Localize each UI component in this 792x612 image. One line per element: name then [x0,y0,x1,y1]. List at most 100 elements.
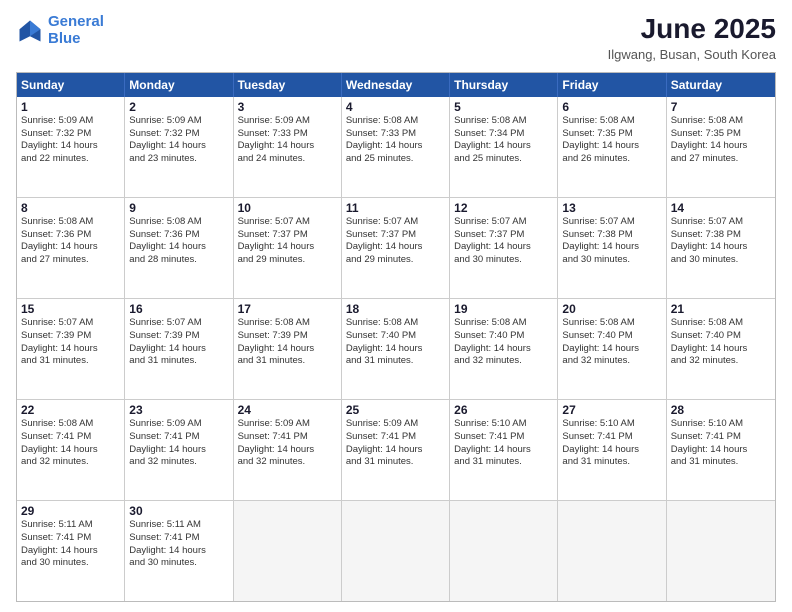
calendar-row-3: 15Sunrise: 5:07 AMSunset: 7:39 PMDayligh… [17,299,775,400]
day-number: 14 [671,201,771,215]
calendar-cell: 29Sunrise: 5:11 AMSunset: 7:41 PMDayligh… [17,501,125,601]
calendar-cell [558,501,666,601]
calendar-body: 1Sunrise: 5:09 AMSunset: 7:32 PMDaylight… [17,97,775,601]
calendar-cell: 28Sunrise: 5:10 AMSunset: 7:41 PMDayligh… [667,400,775,500]
day-number: 28 [671,403,771,417]
day-number: 2 [129,100,228,114]
day-info: Sunrise: 5:08 AMSunset: 7:41 PMDaylight:… [21,418,120,469]
day-number: 3 [238,100,337,114]
calendar-cell: 10Sunrise: 5:07 AMSunset: 7:37 PMDayligh… [234,198,342,298]
calendar-cell: 18Sunrise: 5:08 AMSunset: 7:40 PMDayligh… [342,299,450,399]
day-info: Sunrise: 5:07 AMSunset: 7:37 PMDaylight:… [346,216,445,267]
day-info: Sunrise: 5:08 AMSunset: 7:36 PMDaylight:… [129,216,228,267]
calendar-row-1: 1Sunrise: 5:09 AMSunset: 7:32 PMDaylight… [17,97,775,198]
day-number: 10 [238,201,337,215]
calendar-cell: 14Sunrise: 5:07 AMSunset: 7:38 PMDayligh… [667,198,775,298]
calendar-cell: 3Sunrise: 5:09 AMSunset: 7:33 PMDaylight… [234,97,342,197]
calendar-cell: 11Sunrise: 5:07 AMSunset: 7:37 PMDayligh… [342,198,450,298]
day-info: Sunrise: 5:07 AMSunset: 7:38 PMDaylight:… [562,216,661,267]
day-info: Sunrise: 5:10 AMSunset: 7:41 PMDaylight:… [562,418,661,469]
day-number: 19 [454,302,553,316]
calendar-cell: 20Sunrise: 5:08 AMSunset: 7:40 PMDayligh… [558,299,666,399]
day-number: 13 [562,201,661,215]
day-info: Sunrise: 5:07 AMSunset: 7:37 PMDaylight:… [454,216,553,267]
day-info: Sunrise: 5:11 AMSunset: 7:41 PMDaylight:… [129,519,228,570]
day-info: Sunrise: 5:09 AMSunset: 7:32 PMDaylight:… [21,115,120,166]
calendar-cell [342,501,450,601]
calendar-cell: 12Sunrise: 5:07 AMSunset: 7:37 PMDayligh… [450,198,558,298]
day-number: 1 [21,100,120,114]
day-info: Sunrise: 5:09 AMSunset: 7:41 PMDaylight:… [238,418,337,469]
day-info: Sunrise: 5:09 AMSunset: 7:41 PMDaylight:… [129,418,228,469]
calendar-row-5: 29Sunrise: 5:11 AMSunset: 7:41 PMDayligh… [17,501,775,601]
day-info: Sunrise: 5:09 AMSunset: 7:41 PMDaylight:… [346,418,445,469]
weekday-header-monday: Monday [125,73,233,97]
logo-icon [16,17,44,45]
calendar-cell [667,501,775,601]
day-number: 15 [21,302,120,316]
day-info: Sunrise: 5:10 AMSunset: 7:41 PMDaylight:… [671,418,771,469]
day-info: Sunrise: 5:11 AMSunset: 7:41 PMDaylight:… [21,519,120,570]
calendar-cell: 25Sunrise: 5:09 AMSunset: 7:41 PMDayligh… [342,400,450,500]
calendar-cell: 9Sunrise: 5:08 AMSunset: 7:36 PMDaylight… [125,198,233,298]
day-info: Sunrise: 5:08 AMSunset: 7:33 PMDaylight:… [346,115,445,166]
calendar-cell: 2Sunrise: 5:09 AMSunset: 7:32 PMDaylight… [125,97,233,197]
day-number: 25 [346,403,445,417]
calendar-cell: 6Sunrise: 5:08 AMSunset: 7:35 PMDaylight… [558,97,666,197]
day-info: Sunrise: 5:08 AMSunset: 7:35 PMDaylight:… [671,115,771,166]
day-number: 24 [238,403,337,417]
day-number: 12 [454,201,553,215]
day-info: Sunrise: 5:07 AMSunset: 7:39 PMDaylight:… [129,317,228,368]
subtitle: Ilgwang, Busan, South Korea [608,47,776,62]
calendar-cell: 23Sunrise: 5:09 AMSunset: 7:41 PMDayligh… [125,400,233,500]
calendar-cell: 8Sunrise: 5:08 AMSunset: 7:36 PMDaylight… [17,198,125,298]
calendar-cell: 30Sunrise: 5:11 AMSunset: 7:41 PMDayligh… [125,501,233,601]
day-info: Sunrise: 5:08 AMSunset: 7:35 PMDaylight:… [562,115,661,166]
day-info: Sunrise: 5:07 AMSunset: 7:39 PMDaylight:… [21,317,120,368]
day-number: 30 [129,504,228,518]
title-block: June 2025 Ilgwang, Busan, South Korea [608,14,776,62]
day-number: 29 [21,504,120,518]
calendar-cell: 21Sunrise: 5:08 AMSunset: 7:40 PMDayligh… [667,299,775,399]
calendar-row-2: 8Sunrise: 5:08 AMSunset: 7:36 PMDaylight… [17,198,775,299]
main-title: June 2025 [608,14,776,45]
calendar-header: SundayMondayTuesdayWednesdayThursdayFrid… [17,73,775,97]
day-info: Sunrise: 5:08 AMSunset: 7:39 PMDaylight:… [238,317,337,368]
day-number: 11 [346,201,445,215]
day-number: 26 [454,403,553,417]
calendar-cell: 26Sunrise: 5:10 AMSunset: 7:41 PMDayligh… [450,400,558,500]
day-number: 18 [346,302,445,316]
weekday-header-sunday: Sunday [17,73,125,97]
calendar-cell: 1Sunrise: 5:09 AMSunset: 7:32 PMDaylight… [17,97,125,197]
day-info: Sunrise: 5:08 AMSunset: 7:40 PMDaylight:… [671,317,771,368]
calendar-cell: 19Sunrise: 5:08 AMSunset: 7:40 PMDayligh… [450,299,558,399]
calendar-container: SundayMondayTuesdayWednesdayThursdayFrid… [16,72,776,602]
calendar-cell: 22Sunrise: 5:08 AMSunset: 7:41 PMDayligh… [17,400,125,500]
day-number: 27 [562,403,661,417]
day-number: 16 [129,302,228,316]
logo-text: General Blue [48,14,104,47]
calendar-cell: 24Sunrise: 5:09 AMSunset: 7:41 PMDayligh… [234,400,342,500]
header: General Blue June 2025 Ilgwang, Busan, S… [16,14,776,62]
day-info: Sunrise: 5:08 AMSunset: 7:40 PMDaylight:… [562,317,661,368]
calendar-cell: 13Sunrise: 5:07 AMSunset: 7:38 PMDayligh… [558,198,666,298]
calendar-cell [450,501,558,601]
day-number: 7 [671,100,771,114]
page: General Blue June 2025 Ilgwang, Busan, S… [0,0,792,612]
weekday-header-saturday: Saturday [667,73,775,97]
calendar-cell: 15Sunrise: 5:07 AMSunset: 7:39 PMDayligh… [17,299,125,399]
day-number: 9 [129,201,228,215]
day-info: Sunrise: 5:07 AMSunset: 7:37 PMDaylight:… [238,216,337,267]
day-number: 8 [21,201,120,215]
day-number: 22 [21,403,120,417]
day-number: 4 [346,100,445,114]
day-info: Sunrise: 5:08 AMSunset: 7:36 PMDaylight:… [21,216,120,267]
calendar-cell: 16Sunrise: 5:07 AMSunset: 7:39 PMDayligh… [125,299,233,399]
day-info: Sunrise: 5:09 AMSunset: 7:32 PMDaylight:… [129,115,228,166]
calendar-cell: 17Sunrise: 5:08 AMSunset: 7:39 PMDayligh… [234,299,342,399]
calendar-cell: 27Sunrise: 5:10 AMSunset: 7:41 PMDayligh… [558,400,666,500]
day-number: 6 [562,100,661,114]
day-info: Sunrise: 5:10 AMSunset: 7:41 PMDaylight:… [454,418,553,469]
calendar-cell: 4Sunrise: 5:08 AMSunset: 7:33 PMDaylight… [342,97,450,197]
day-info: Sunrise: 5:07 AMSunset: 7:38 PMDaylight:… [671,216,771,267]
